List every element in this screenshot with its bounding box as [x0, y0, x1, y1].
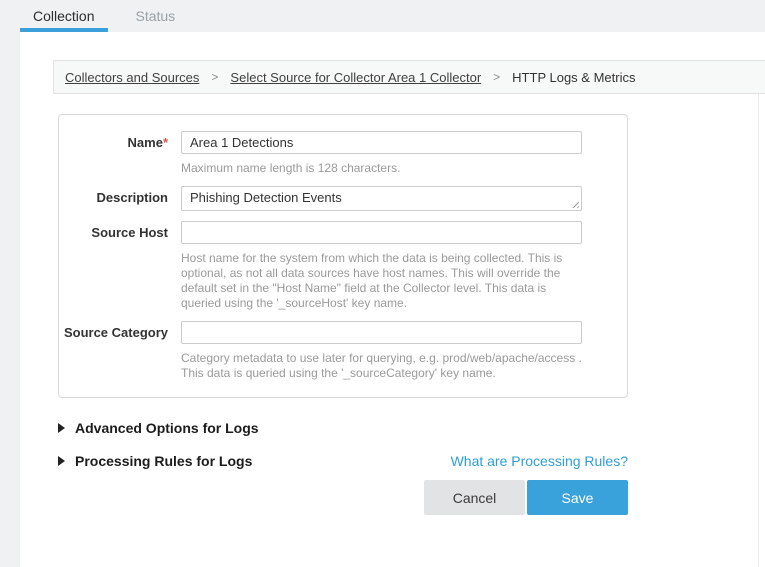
content-panel: Collectors and Sources > Select Source f… [20, 32, 765, 567]
panel-right-border [758, 94, 759, 567]
tab-collection[interactable]: Collection [33, 8, 94, 24]
source-host-label: Source Host [59, 221, 168, 311]
source-category-input[interactable] [181, 321, 582, 344]
advanced-options-toggle[interactable]: Advanced Options for Logs [58, 420, 259, 436]
breadcrumb-separator: > [211, 70, 218, 84]
description-textarea[interactable]: Phishing Detection Events [181, 186, 582, 211]
breadcrumb-select-source[interactable]: Select Source for Collector Area 1 Colle… [230, 70, 481, 85]
source-host-row: Source Host Host name for the system fro… [59, 221, 627, 311]
caret-right-icon [58, 423, 65, 433]
description-row: Description Phishing Detection Events [59, 186, 627, 211]
name-label-text: Name [128, 135, 163, 150]
name-input[interactable] [181, 131, 582, 154]
processing-rules-label: Processing Rules for Logs [75, 453, 252, 469]
source-host-helper-text: Host name for the system from which the … [181, 251, 585, 311]
caret-right-icon [58, 456, 65, 466]
save-button[interactable]: Save [527, 480, 628, 515]
tab-status[interactable]: Status [135, 8, 175, 24]
cancel-button[interactable]: Cancel [424, 480, 525, 515]
name-row: Name* Maximum name length is 128 charact… [59, 131, 627, 176]
name-label: Name* [59, 131, 168, 176]
source-host-input[interactable] [181, 221, 582, 244]
processing-rules-toggle[interactable]: Processing Rules for Logs [58, 453, 252, 469]
form-actions: Cancel Save [58, 480, 628, 515]
name-helper-text: Maximum name length is 128 characters. [181, 161, 585, 176]
source-category-row: Source Category Category metadata to use… [59, 321, 627, 383]
breadcrumb-separator: > [493, 70, 500, 84]
source-category-label: Source Category [59, 321, 168, 383]
tab-bar: Collection Status [0, 0, 765, 32]
source-form-card: Name* Maximum name length is 128 charact… [58, 114, 628, 398]
advanced-options-label: Advanced Options for Logs [75, 420, 259, 436]
required-asterisk: * [163, 135, 168, 150]
source-category-helper-text: Category metadata to use later for query… [181, 351, 585, 381]
advanced-options-section: Advanced Options for Logs [58, 420, 628, 436]
description-label: Description [59, 186, 168, 211]
breadcrumb-collectors-and-sources[interactable]: Collectors and Sources [65, 70, 199, 85]
what-are-processing-rules-link[interactable]: What are Processing Rules? [451, 453, 628, 469]
breadcrumb: Collectors and Sources > Select Source f… [53, 60, 765, 94]
breadcrumb-current-page: HTTP Logs & Metrics [512, 70, 635, 85]
processing-rules-section: Processing Rules for Logs What are Proce… [58, 453, 628, 469]
